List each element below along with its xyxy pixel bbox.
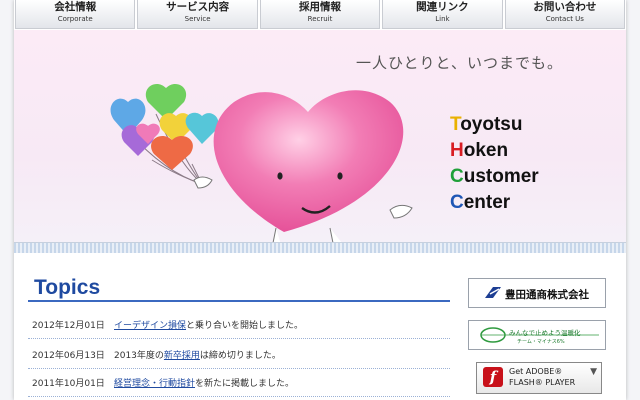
right-hand xyxy=(389,204,413,219)
team-minus-banner[interactable]: みんなで止めよう温暖化 チーム・マイナス6% xyxy=(468,320,606,350)
topic-text: 2013年度の新卒採用は締め切りました。 xyxy=(114,348,281,361)
topic-row: 2012年12月01日 イーデザイン損保と乗り合いを開始しました。 xyxy=(28,310,450,339)
brand-rest: oken xyxy=(463,140,509,161)
topic-text: イーデザイン損保と乗り合いを開始しました。 xyxy=(114,318,303,331)
nav-label-en: Service xyxy=(184,15,211,23)
topic-link[interactable]: 新卒採用 xyxy=(164,351,200,361)
nav-label-jp: お問い合わせ xyxy=(533,1,597,13)
topics-underline xyxy=(28,300,450,302)
nav-label-jp: 関連リンク xyxy=(416,1,469,13)
page-frame: 会社情報 Corporate サービス内容 Service 採用情報 Recru… xyxy=(14,0,626,400)
topic-row: 2012年06月13日 2013年度の新卒採用は締め切りました。 xyxy=(28,340,450,369)
topic-post: と乗り合いを開始しました。 xyxy=(186,321,304,331)
hero-banner: 一人ひとりと、いつまでも。 Toyotsu Hoken Customer Cen… xyxy=(14,30,626,242)
nav-label-en: Corporate xyxy=(57,15,93,23)
brand-rest: oyotsu xyxy=(460,114,523,135)
banner-title: みんなで止めよう温暖化 xyxy=(509,329,581,337)
nav-label-jp: 採用情報 xyxy=(299,1,342,13)
banner-line1: Get ADOBE® xyxy=(509,367,563,376)
topic-link[interactable]: 経営理念・行動指針 xyxy=(114,379,195,389)
brand-rest: enter xyxy=(463,192,511,213)
brand-line: Toyotsu xyxy=(450,112,539,138)
brand-initial: C xyxy=(450,166,464,187)
flash-logo-icon: f xyxy=(483,367,503,387)
heart-balloons xyxy=(110,83,219,170)
topic-row: 2011年10月01日 経営理念・行動指針を新たに掲載しました。 xyxy=(28,368,450,397)
brand-line: Customer xyxy=(450,164,539,190)
nav-recruit[interactable]: 採用情報 Recruit xyxy=(259,0,381,29)
left-hand xyxy=(193,176,213,189)
hero-tagline: 一人ひとりと、いつまでも。 xyxy=(356,54,563,72)
toyota-tsusho-logo-icon xyxy=(485,287,501,298)
banner-subtitle: チーム・マイナス6% xyxy=(517,339,565,345)
global-nav: 会社情報 Corporate サービス内容 Service 採用情報 Recru… xyxy=(14,0,626,30)
topics-heading: Topics xyxy=(34,276,101,299)
brand-initial: T xyxy=(450,114,461,135)
nav-label-en: Link xyxy=(435,15,450,23)
brand-initial: H xyxy=(450,140,464,161)
topic-pre: 2013年度の xyxy=(114,351,164,361)
nav-service[interactable]: サービス内容 Service xyxy=(137,0,258,29)
brand-initial: C xyxy=(450,192,464,213)
topic-post: を新たに掲載しました。 xyxy=(195,379,295,389)
banner-label: 豊田通商株式会社 xyxy=(505,289,589,301)
nav-label-en: Contact Us xyxy=(545,15,584,23)
nav-label-jp: 会社情報 xyxy=(54,1,97,13)
topic-date: 2012年06月13日 xyxy=(32,351,105,361)
brand-rest: ustomer xyxy=(463,166,539,187)
topic-text: 経営理念・行動指針を新たに掲載しました。 xyxy=(114,376,294,389)
heart-mascot-illustration xyxy=(110,83,413,242)
nav-label-jp: サービス内容 xyxy=(166,1,230,13)
topic-link[interactable]: イーデザイン損保 xyxy=(114,321,186,331)
topic-date: 2012年12月01日 xyxy=(32,321,105,331)
get-flash-player-banner[interactable]: f Get ADOBE® FLASH® PLAYER ▼ xyxy=(476,362,602,394)
nav-contact[interactable]: お問い合わせ Contact Us xyxy=(504,0,626,29)
nav-label-en: Recruit xyxy=(307,15,333,23)
brand-name: Toyotsu Hoken Customer Center xyxy=(450,112,539,216)
hero-divider xyxy=(14,242,626,253)
download-arrow-icon: ▼ xyxy=(590,367,597,377)
brand-line: Center xyxy=(450,190,539,216)
topic-date: 2011年10月01日 xyxy=(32,379,105,389)
nav-link[interactable]: 関連リンク Link xyxy=(382,0,503,29)
toyota-tsusho-banner[interactable]: 豊田通商株式会社 xyxy=(468,278,606,308)
topic-post: は締め切りました。 xyxy=(199,351,281,361)
brand-line: Hoken xyxy=(450,138,539,164)
nav-corporate[interactable]: 会社情報 Corporate xyxy=(15,0,136,29)
banner-line2: FLASH® PLAYER xyxy=(509,378,576,387)
